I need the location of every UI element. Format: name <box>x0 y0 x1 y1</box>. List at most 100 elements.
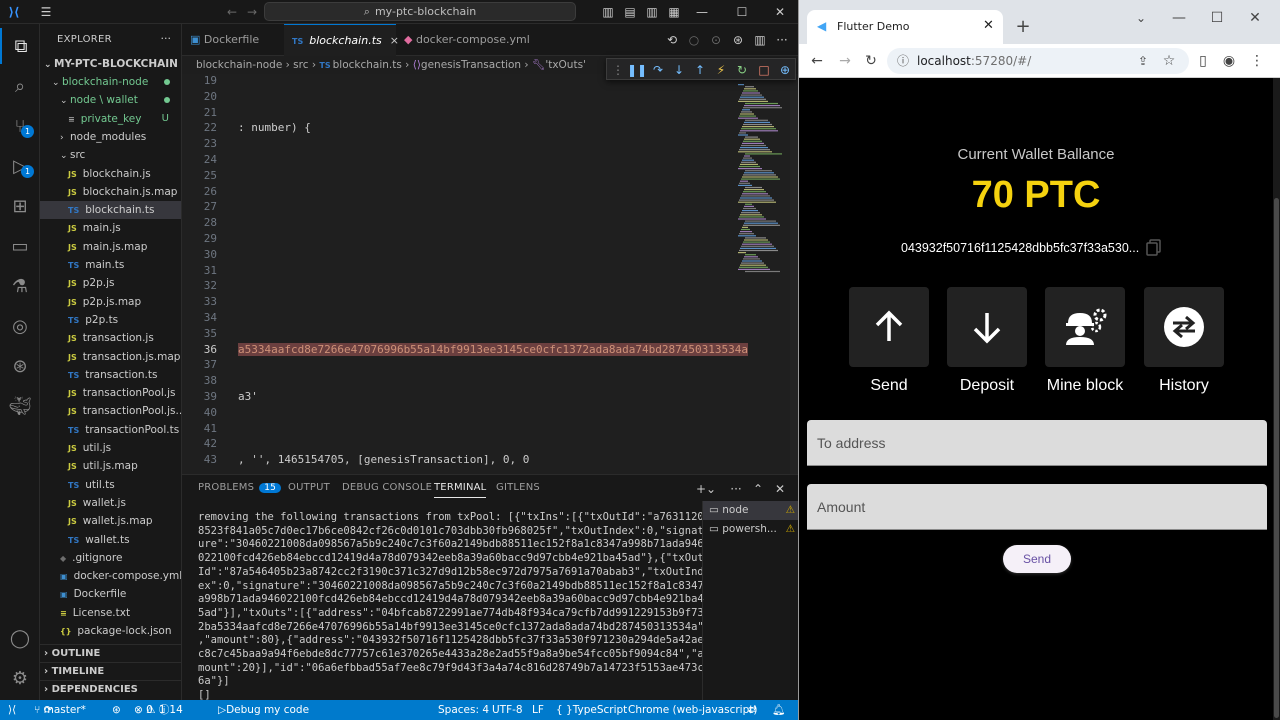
terminal-output[interactable]: removing the following transactions from… <box>198 511 704 703</box>
tree-item[interactable]: ≡ private_key U <box>40 110 181 128</box>
tree-item[interactable]: › node_modules <box>40 128 181 146</box>
customize-layout-icon[interactable]: ▦ <box>666 4 682 20</box>
debug-target-status[interactable]: Chrome (web-javascript) <box>628 700 757 720</box>
tree-item[interactable]: JS blockchain.js.map <box>40 183 181 201</box>
close-window-icon[interactable]: ✕ <box>1245 8 1265 28</box>
tab-debug-console[interactable]: DEBUG CONSOLE <box>342 482 432 493</box>
tree-item[interactable]: JS p2p.js.map <box>40 293 181 311</box>
nav-back-icon[interactable]: ← <box>224 4 240 20</box>
code-line[interactable]: , '', 1465154705, [genesisTransaction], … <box>238 453 529 466</box>
toggle-secondary-sidebar-icon[interactable]: ▥ <box>644 4 660 20</box>
inspect-widget-icon[interactable]: ⊕ <box>776 61 794 79</box>
profile-avatar-icon[interactable]: ◉ <box>1219 51 1239 71</box>
back-icon[interactable]: ← <box>807 51 827 71</box>
remote-explorer-icon[interactable]: ▭ <box>0 228 40 264</box>
gitlens-icon[interactable]: ◎ <box>0 308 40 344</box>
terminal-instance-powershell[interactable]: ▭ powersh... ⚠ <box>703 520 798 539</box>
tree-item[interactable]: ⌄ node \ wallet <box>40 91 181 109</box>
send-tile[interactable] <box>849 287 929 367</box>
tree-item[interactable]: JS blockchain.js <box>40 165 181 183</box>
tree-item[interactable]: TS transaction.ts <box>40 366 181 384</box>
git-graph-icon[interactable]: ⊛ <box>0 348 40 384</box>
page-scrollbar[interactable] <box>1273 78 1280 720</box>
close-tab-icon[interactable]: ✕ <box>983 18 994 33</box>
tree-item[interactable]: JS transactionPool.js <box>40 384 181 402</box>
tree-item[interactable]: ◆ .gitignore <box>40 549 181 567</box>
extensions-icon[interactable]: ⊞ <box>0 188 40 224</box>
gitlens-status-icon[interactable]: ⊛ <box>112 700 121 720</box>
outline-section[interactable]: › OUTLINE <box>40 644 181 662</box>
tab-problems[interactable]: PROBLEMS 15 <box>198 482 282 493</box>
toggle-sidebar-icon[interactable]: ▥ <box>600 4 616 20</box>
maximize-icon[interactable]: ☐ <box>734 4 750 20</box>
tab-search-icon[interactable]: ⌄ <box>1131 8 1151 28</box>
run-debug-icon[interactable]: ▷ 1 <box>0 148 40 184</box>
explorer-icon[interactable]: ⧉ <box>0 28 40 64</box>
step-out-icon[interactable]: ↑ <box>691 61 709 79</box>
language-status[interactable]: { } TypeScript <box>556 700 627 720</box>
breadcrumb-item[interactable]: genesisTransaction <box>421 59 521 71</box>
tab-output[interactable]: OUTPUT <box>288 482 330 493</box>
problems-status[interactable]: ⊗ 0 ⚠ 1 ⓘ 14 <box>134 700 183 720</box>
indentation-status[interactable]: Spaces: 4 <box>438 700 489 720</box>
tree-item[interactable]: TS blockchain.ts <box>40 201 181 220</box>
accounts-icon[interactable]: ◯ <box>0 620 40 656</box>
eol-status[interactable]: LF <box>532 700 544 720</box>
history-action[interactable]: History <box>1144 287 1224 395</box>
remote-icon[interactable]: ⟩⟨ <box>8 700 16 720</box>
deposit-tile[interactable] <box>947 287 1027 367</box>
branch-status[interactable]: ⑂ master* ⟳ <box>34 700 86 720</box>
reload-icon[interactable]: ↻ <box>861 51 881 71</box>
tree-item[interactable]: ▣ docker-compose.yml <box>40 567 181 585</box>
new-tab-icon[interactable]: + <box>1013 17 1033 37</box>
tree-item[interactable]: JS transactionPool.js.... <box>40 402 181 420</box>
copy-icon[interactable] <box>1145 238 1163 256</box>
search-view-icon[interactable]: ⌕ <box>0 68 40 104</box>
tab-blockchain-ts[interactable]: TS blockchain.ts × <box>284 24 399 56</box>
new-terminal-icon[interactable]: +⌄ <box>696 481 716 497</box>
tab-dockerfile[interactable]: ▣ Dockerfile <box>182 24 282 56</box>
bookmark-star-icon[interactable]: ☆ <box>1159 51 1179 71</box>
send-submit-button[interactable]: Send <box>1003 545 1071 573</box>
minimize-icon[interactable]: — <box>694 4 710 20</box>
history-tile[interactable] <box>1144 287 1224 367</box>
more-actions-icon[interactable]: ··· <box>161 32 172 45</box>
tree-item[interactable]: JS main.js.map <box>40 238 181 256</box>
tree-item[interactable]: TS util.ts <box>40 476 181 494</box>
step-over-icon[interactable]: ↷ <box>649 61 667 79</box>
pause-icon[interactable]: ❚❚ <box>627 61 647 79</box>
tree-item[interactable]: TS transactionPool.ts <box>40 421 181 439</box>
close-window-icon[interactable]: ✕ <box>772 4 788 20</box>
tab-gitlens[interactable]: GITLENS <box>496 482 540 493</box>
docker-icon[interactable]: 🐳︎ <box>0 388 40 424</box>
breadcrumb-item[interactable]: src <box>293 59 308 71</box>
tree-item[interactable]: JS main.js <box>40 219 181 237</box>
source-control-icon[interactable]: ⑂ 1 <box>0 108 40 144</box>
breadcrumb-item[interactable]: blockchain.ts <box>333 59 402 71</box>
tree-item[interactable]: JS wallet.js <box>40 494 181 512</box>
testing-icon[interactable]: ⚗ <box>0 268 40 304</box>
encoding-status[interactable]: UTF-8 <box>492 700 523 720</box>
tree-item[interactable]: TS p2p.ts <box>40 311 181 329</box>
amount-field[interactable]: Amount <box>807 484 1267 530</box>
chrome-menu-icon[interactable]: ⋮ <box>1247 51 1267 71</box>
code-line[interactable]: a3' <box>238 390 258 403</box>
manage-gear-icon[interactable]: ⚙ <box>0 660 40 696</box>
open-changes-icon[interactable]: ⟲ <box>664 32 680 48</box>
tab-terminal[interactable]: TERMINAL <box>434 482 487 498</box>
tree-item[interactable]: JS wallet.js.map <box>40 512 181 530</box>
breadcrumb-item[interactable]: blockchain-node <box>196 59 282 71</box>
maximize-icon[interactable]: ☐ <box>1207 8 1227 28</box>
tree-item[interactable]: ≡ License.txt <box>40 604 181 622</box>
forward-icon[interactable]: → <box>835 51 855 71</box>
root-folder[interactable]: ⌄ MY-PTC-BLOCKCHAIN <box>40 55 181 73</box>
tree-item[interactable]: JS transaction.js <box>40 329 181 347</box>
site-info-icon[interactable]: ⓘ <box>897 48 909 74</box>
browser-tab-flutter-demo[interactable]: ◀ Flutter Demo ✕ <box>807 10 1003 44</box>
to-address-field[interactable]: To address <box>807 420 1267 466</box>
tree-item[interactable]: TS main.ts <box>40 256 181 274</box>
tree-item[interactable]: ⌄ src <box>40 146 181 164</box>
tree-item[interactable]: JS transaction.js.map <box>40 348 181 366</box>
tree-item[interactable]: {} package-lock.json <box>40 622 181 640</box>
dependencies-section[interactable]: › DEPENDENCIES <box>40 680 181 698</box>
